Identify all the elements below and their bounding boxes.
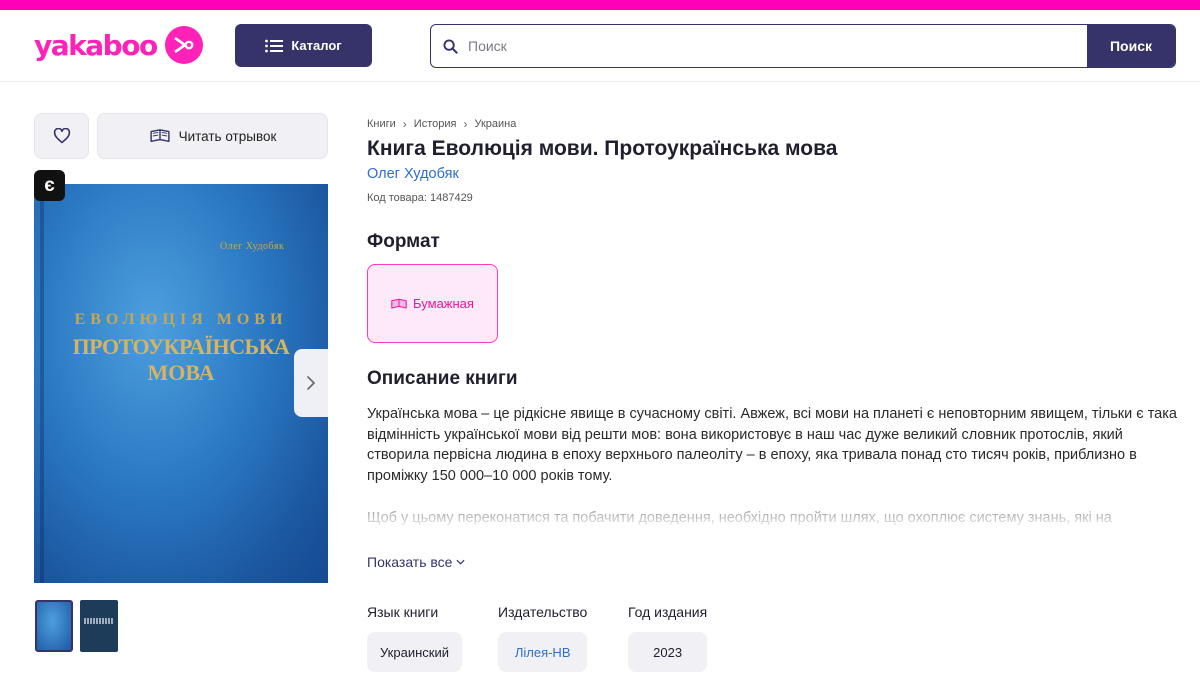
cover-title-line3: МОВА: [147, 360, 215, 385]
site-header: yakaboo Каталог Поиск: [0, 10, 1200, 82]
page-title: Книга Еволюція мови. Протоукраїнська мов…: [367, 137, 837, 161]
attribute-publisher: Издательство Лілея-НВ: [498, 604, 588, 672]
site-logo[interactable]: yakaboo: [34, 26, 203, 64]
product-code: Код товара: 1487429: [367, 192, 473, 204]
attribute-language: Язык книги Украинский: [367, 604, 462, 672]
description-paragraph-2: Щоб у цьому переконатися та побачити дов…: [367, 508, 1182, 526]
publisher-label: Издательство: [498, 604, 588, 620]
description-paragraph-1: Українська мова – це рідкісне явище в су…: [367, 406, 1177, 484]
search-input[interactable]: [468, 38, 1087, 54]
thumbnail-2[interactable]: [80, 600, 118, 652]
search-icon: [443, 38, 458, 54]
read-excerpt-button[interactable]: Читать отрывок: [97, 113, 328, 159]
heart-icon: [53, 128, 70, 144]
author-link[interactable]: Олег Худобяк: [367, 166, 459, 182]
format-option-paper[interactable]: Бумажная: [367, 264, 498, 343]
book-icon: [391, 298, 407, 309]
year-chip: 2023: [628, 632, 708, 672]
search-bar: Поиск: [430, 24, 1176, 68]
show-all-label: Показать все: [367, 554, 453, 570]
publisher-link[interactable]: Лілея-НВ: [498, 632, 588, 672]
title-name: Еволюція мови. Протоукраїнська мова: [431, 137, 838, 160]
thumbnail-1[interactable]: [35, 600, 73, 652]
thumbnail-2-detail: [84, 618, 114, 624]
read-excerpt-label: Читать отрывок: [178, 128, 277, 144]
list-icon: [265, 39, 284, 52]
cover-title-line2: ПРОТОУКРАЇНСЬКА: [72, 334, 290, 359]
format-option-label: Бумажная: [413, 296, 474, 311]
chevron-down-icon: [456, 559, 465, 565]
format-heading: Формат: [367, 231, 440, 252]
title-prefix: Книга: [367, 137, 432, 160]
language-label: Язык книги: [367, 604, 439, 620]
chevron-right-icon: ›: [402, 117, 407, 131]
open-book-icon: [149, 129, 170, 143]
breadcrumb-item-history[interactable]: История: [414, 118, 457, 130]
show-all-button[interactable]: Показать все: [367, 554, 465, 570]
search-field-wrap: [431, 25, 1087, 67]
book-cover-image[interactable]: Олег Худобяк ЕВОЛЮЦІЯ МОВИ ПРОТОУКРАЇНСЬ…: [34, 184, 328, 583]
language-chip: Украинский: [367, 632, 462, 672]
next-image-button[interactable]: [294, 349, 328, 417]
logo-mark-icon: [164, 26, 203, 64]
chevron-right-icon: [307, 376, 316, 390]
catalog-button[interactable]: Каталог: [235, 24, 372, 67]
e-book-badge: є: [34, 170, 65, 201]
attribute-year: Год издания 2023: [628, 604, 708, 672]
breadcrumb-item-books[interactable]: Книги: [367, 118, 396, 130]
cover-author-text: Олег Худобяк: [220, 241, 285, 252]
catalog-label: Каталог: [291, 38, 342, 53]
description-heading: Описание книги: [367, 368, 518, 389]
search-button[interactable]: Поиск: [1087, 25, 1175, 67]
cover-title-line1: ЕВОЛЮЦІЯ МОВИ: [74, 311, 288, 328]
favorite-button[interactable]: [34, 113, 89, 159]
breadcrumb-item-ukraine[interactable]: Украина: [474, 118, 516, 130]
logo-text: yakaboo: [34, 28, 158, 62]
year-label: Год издания: [628, 604, 708, 620]
top-accent-bar: [0, 0, 1200, 10]
chevron-right-icon: ›: [463, 117, 468, 131]
breadcrumb: Книги › История › Украина: [367, 117, 516, 131]
